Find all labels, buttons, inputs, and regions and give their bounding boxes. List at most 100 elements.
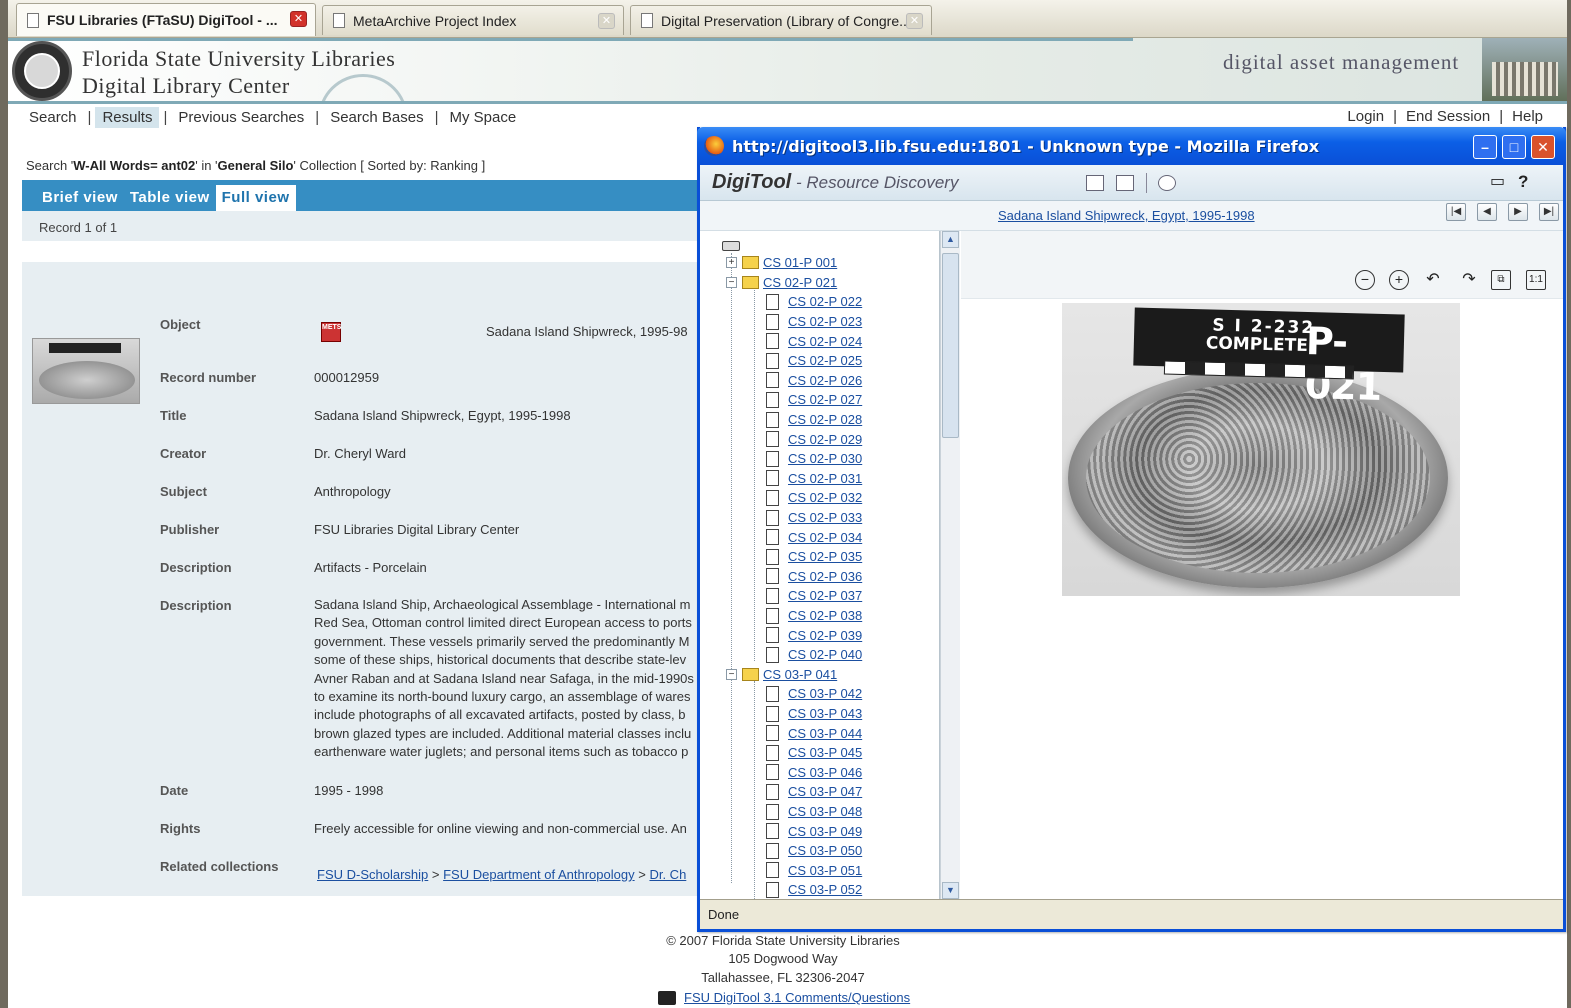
close-window-button[interactable]: ✕ [1531, 135, 1555, 159]
artifact-photo[interactable]: S I 2-232 COMPLETE P-021 [1062, 303, 1460, 596]
first-page-icon[interactable]: |◀ [1446, 203, 1466, 221]
tree-file[interactable]: CS 02-P 028 [766, 410, 862, 430]
tree-item-label[interactable]: CS 02-P 036 [788, 569, 862, 584]
tree-file[interactable]: CS 03-P 048 [766, 802, 862, 822]
tree-file[interactable]: CS 03-P 051 [766, 861, 862, 881]
tree-file[interactable]: CS 03-P 052 [766, 880, 862, 899]
tree-item-label[interactable]: CS 02-P 022 [788, 294, 862, 309]
nav-search[interactable]: Search [22, 107, 84, 128]
tree-item-label[interactable]: CS 03-P 042 [788, 686, 862, 701]
tree-item-label[interactable]: CS 02-P 037 [788, 588, 862, 603]
tree-item-label[interactable]: CS 02-P 030 [788, 451, 862, 466]
table-view-tab[interactable]: Table view [124, 185, 216, 211]
nav-my-space[interactable]: My Space [442, 107, 523, 128]
next-page-icon[interactable]: ▶ [1508, 203, 1528, 221]
collapse-icon[interactable]: − [726, 276, 737, 288]
tree-file[interactable]: CS 03-P 043 [766, 704, 862, 724]
tree-file[interactable]: CS 02-P 026 [766, 371, 862, 391]
tree-item-label[interactable]: CS 02-P 034 [788, 530, 862, 545]
previous-page-icon[interactable]: ◀ [1477, 203, 1497, 221]
tree-item-label[interactable]: CS 03-P 044 [788, 726, 862, 741]
tree-file[interactable]: CS 02-P 035 [766, 547, 862, 567]
tree-folder[interactable]: − CS 03-P 041 [726, 665, 837, 685]
tree-item-label[interactable]: CS 02-P 031 [788, 471, 862, 486]
actual-size-icon[interactable]: 1:1 [1526, 270, 1546, 290]
tree-item-label[interactable]: CS 02-P 038 [788, 608, 862, 623]
tree-file[interactable]: CS 02-P 030 [766, 449, 862, 469]
tree-item-label[interactable]: CS 02-P 040 [788, 647, 862, 662]
related-link-d-scholarship[interactable]: FSU D-Scholarship [317, 867, 428, 882]
related-link-cheryl-ward[interactable]: Dr. Ch [649, 867, 686, 882]
tree-file[interactable]: CS 02-P 025 [766, 351, 862, 371]
nav-end-session[interactable]: End Session [1400, 106, 1496, 127]
tree-item-label[interactable]: CS 03-P 051 [788, 863, 862, 878]
tree-item-label[interactable]: CS 02-P 026 [788, 373, 862, 388]
tree-file[interactable]: CS 03-P 042 [766, 684, 862, 704]
tree-file[interactable]: CS 03-P 044 [766, 723, 862, 743]
collapse-icon[interactable]: − [726, 668, 737, 680]
tree-file[interactable]: CS 02-P 039 [766, 625, 862, 645]
tree-file[interactable]: CS 02-P 031 [766, 469, 862, 489]
record-thumbnail[interactable] [32, 338, 140, 404]
tree-file[interactable]: CS 02-P 037 [766, 586, 862, 606]
tree-file[interactable]: CS 02-P 023 [766, 312, 862, 332]
print-icon[interactable]: ▭ [1490, 174, 1508, 191]
tree-item-label[interactable]: CS 02-P 023 [788, 314, 862, 329]
tree-file[interactable]: CS 02-P 034 [766, 527, 862, 547]
tree-item-label[interactable]: CS 03-P 049 [788, 824, 862, 839]
tree-item-label[interactable]: CS 02-P 024 [788, 334, 862, 349]
tree-item-label[interactable]: CS 03-P 043 [788, 706, 862, 721]
tree-item-label[interactable]: CS 02-P 025 [788, 353, 862, 368]
footer-comments-link[interactable]: FSU DigiTool 3.1 Comments/Questions [658, 990, 910, 1005]
rotate-left-icon[interactable]: ↶ [1423, 270, 1443, 290]
last-page-icon[interactable]: ▶| [1539, 203, 1559, 221]
single-pane-layout-icon[interactable] [1116, 175, 1134, 191]
tree-scrollbar[interactable]: ▲ ▼ [940, 231, 960, 899]
tree-item-label[interactable]: CS 03-P 048 [788, 804, 862, 819]
tree-folder[interactable]: + CS 01-P 001 [726, 253, 837, 273]
tree-item-label[interactable]: CS 01-P 001 [763, 255, 837, 270]
viewer-record-title[interactable]: Sadana Island Shipwreck, Egypt, 1995-199… [998, 208, 1255, 223]
tree-file[interactable]: CS 03-P 045 [766, 743, 862, 763]
full-view-tab[interactable]: Full view [215, 185, 296, 211]
tree-folder[interactable]: − CS 02-P 021 [726, 273, 837, 293]
root-drive-icon[interactable] [722, 241, 740, 251]
minimize-button[interactable]: – [1473, 135, 1497, 159]
tree-item-label[interactable]: CS 03-P 045 [788, 745, 862, 760]
tree-file[interactable]: CS 02-P 029 [766, 429, 862, 449]
scrollbar-thumb[interactable] [942, 253, 959, 438]
expand-icon[interactable]: + [726, 257, 737, 269]
maximize-button[interactable]: □ [1502, 135, 1526, 159]
tree-item-label[interactable]: CS 03-P 046 [788, 765, 862, 780]
collapse-icon[interactable] [1158, 175, 1176, 191]
close-tab-icon[interactable]: ✕ [598, 13, 615, 29]
zoom-out-icon[interactable]: − [1355, 270, 1375, 290]
tree-file[interactable]: CS 03-P 049 [766, 821, 862, 841]
mets-icon[interactable]: METS [321, 322, 341, 342]
tree-file[interactable]: CS 02-P 027 [766, 390, 862, 410]
tree-item-label[interactable]: CS 02-P 029 [788, 432, 862, 447]
tree-item-label[interactable]: CS 02-P 039 [788, 628, 862, 643]
scroll-down-icon[interactable]: ▼ [942, 882, 959, 899]
tree-file[interactable]: CS 02-P 038 [766, 606, 862, 626]
scroll-up-icon[interactable]: ▲ [942, 231, 959, 248]
tree-item-label[interactable]: CS 03-P 041 [763, 667, 837, 682]
related-link-anthropology[interactable]: FSU Department of Anthropology [443, 867, 635, 882]
tree-item-label[interactable]: CS 02-P 027 [788, 392, 862, 407]
tree-file[interactable]: CS 02-P 040 [766, 645, 862, 665]
nav-previous-searches[interactable]: Previous Searches [171, 107, 311, 128]
brief-view-tab[interactable]: Brief view [36, 185, 124, 211]
fit-window-icon[interactable]: ⧉ [1491, 270, 1511, 290]
nav-results[interactable]: Results [95, 106, 160, 128]
two-pane-layout-icon[interactable] [1086, 175, 1104, 191]
close-tab-icon[interactable]: ✕ [906, 13, 923, 29]
tab-fsu-digitool[interactable]: FSU Libraries (FTaSU) DigiTool - ... ✕ [16, 3, 316, 36]
close-tab-icon[interactable]: ✕ [290, 11, 307, 27]
tree-file[interactable]: CS 03-P 047 [766, 782, 862, 802]
tree-item-label[interactable]: CS 02-P 021 [763, 275, 837, 290]
help-icon[interactable]: ? [1518, 173, 1536, 191]
tree-item-label[interactable]: CS 03-P 047 [788, 784, 862, 799]
tree-item-label[interactable]: CS 02-P 033 [788, 510, 862, 525]
tree-item-label[interactable]: CS 02-P 028 [788, 412, 862, 427]
tree-item-label[interactable]: CS 02-P 035 [788, 549, 862, 564]
